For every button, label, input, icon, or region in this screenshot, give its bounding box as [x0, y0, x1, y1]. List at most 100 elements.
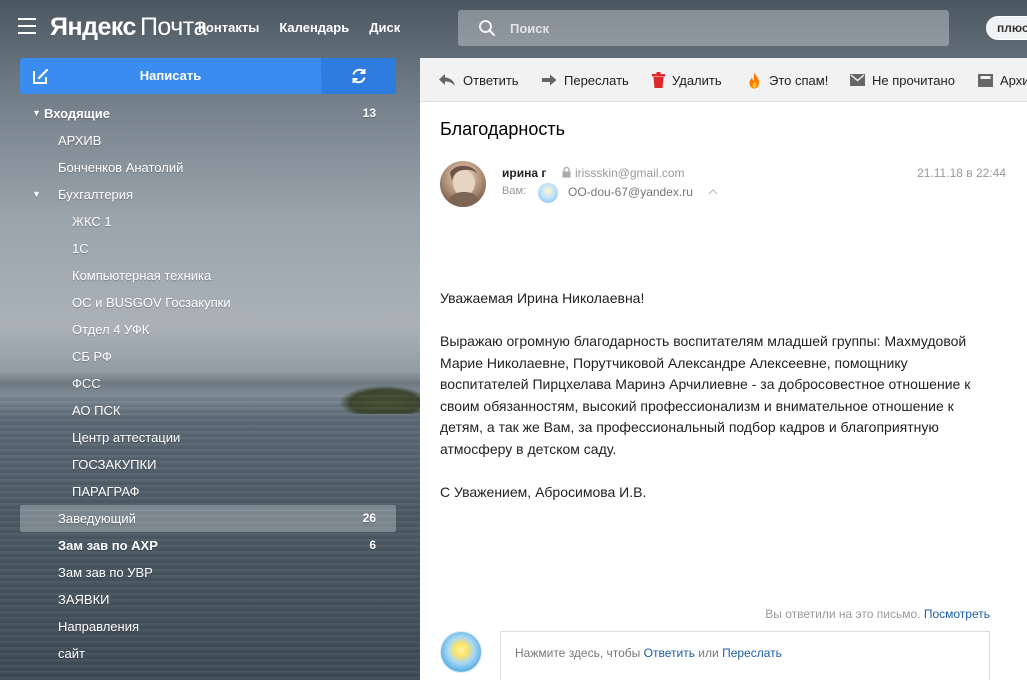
- chevron-up-icon[interactable]: [708, 189, 718, 195]
- folder-name: Заведующий: [58, 511, 136, 526]
- trash-icon: [652, 72, 665, 88]
- message-panel: Ответить Переслать Удалить Это спам! Не …: [420, 58, 1027, 680]
- spam-label: Это спам!: [769, 72, 829, 88]
- folder-item[interactable]: ОС и BUSGOV Госзакупки: [20, 289, 396, 316]
- folder-name: ЖКС 1: [72, 214, 112, 229]
- folder-item[interactable]: Центр аттестации: [20, 424, 396, 451]
- folder-name: Центр аттестации: [72, 430, 181, 445]
- view-reply-link[interactable]: Посмотреть: [924, 607, 990, 621]
- forward-icon: [542, 74, 557, 86]
- search-input[interactable]: [510, 18, 930, 38]
- folder-name: Зам зав по УВР: [58, 565, 153, 580]
- expand-triangle-icon[interactable]: ▼: [32, 181, 41, 208]
- message-toolbar: Ответить Переслать Удалить Это спам! Не …: [420, 58, 1027, 102]
- folder-name: ГОСЗАКУПКИ: [72, 457, 157, 472]
- folder-name: сайт: [58, 646, 85, 661]
- menu-icon[interactable]: [18, 18, 36, 34]
- folder-name: Бонченков Анатолий: [58, 160, 184, 175]
- logo-brand: Яндекс: [50, 13, 136, 41]
- delete-button[interactable]: Удалить: [652, 71, 722, 89]
- reply-icon: [439, 74, 455, 86]
- folder-unread-count: 6: [369, 538, 376, 552]
- sender-name[interactable]: ирина г: [502, 166, 546, 180]
- spam-button[interactable]: Это спам!: [747, 71, 828, 89]
- message-subject: Благодарность: [440, 119, 566, 139]
- folder-item[interactable]: ▼ Бухгалтерия: [20, 181, 396, 208]
- folder-name: Входящие: [44, 106, 110, 121]
- unread-label: Не прочитано: [872, 72, 955, 88]
- folder-name: Отдел 4 УФК: [72, 322, 150, 337]
- folder-name: ЗАЯВКИ: [58, 592, 110, 607]
- folder-item[interactable]: АРХИВ: [20, 127, 396, 154]
- forward-button[interactable]: Переслать: [541, 71, 629, 89]
- fire-icon: [749, 72, 759, 88]
- archive-icon: [978, 73, 993, 87]
- quick-forward-link[interactable]: Переслать: [722, 646, 782, 660]
- my-avatar: [440, 631, 482, 673]
- refresh-button[interactable]: [322, 58, 396, 94]
- nav-calendar-link[interactable]: Календарь: [279, 20, 349, 35]
- sender-email[interactable]: irissskin@gmail.com: [575, 166, 685, 180]
- recipient-avatar: [538, 183, 558, 203]
- message-greeting: Уважаемая Ирина Николаевна!: [440, 290, 645, 306]
- folder-item[interactable]: ГОСЗАКУПКИ: [20, 451, 396, 478]
- nav-disk-link[interactable]: Диск: [369, 20, 400, 35]
- search-icon[interactable]: [478, 19, 496, 37]
- replied-notice: Вы ответили на это письмо. Посмотреть: [765, 607, 990, 621]
- recipient-email[interactable]: OO-dou-67@yandex.ru: [568, 185, 693, 199]
- folder-name: Бухгалтерия: [58, 187, 134, 202]
- folder-item[interactable]: Отдел 4 УФК: [20, 316, 396, 343]
- message-date: 21.11.18 в 22:44: [917, 166, 1006, 180]
- logo[interactable]: Яндекс Почта: [50, 13, 207, 42]
- message-body: Уважаемая Ирина Николаевна! Выражаю огро…: [440, 288, 1000, 525]
- top-nav: Контакты Календарь Диск: [198, 20, 420, 35]
- mark-unread-button[interactable]: Не прочитано: [850, 71, 955, 89]
- reply-button[interactable]: Ответить: [438, 71, 519, 89]
- folder-name: АО ПСК: [72, 403, 121, 418]
- folder-item[interactable]: Зам зав по УВР: [20, 559, 396, 586]
- folder-item[interactable]: Компьютерная техника: [20, 262, 396, 289]
- sender-avatar-image: [446, 165, 482, 207]
- folder-item[interactable]: Направления: [20, 613, 396, 640]
- delete-label: Удалить: [672, 72, 722, 88]
- message-paragraph: Выражаю огромную благодарность воспитате…: [440, 333, 971, 457]
- folder-unread-count: 26: [362, 511, 376, 525]
- quick-reply-prefix: Нажмите здесь, чтобы: [515, 646, 641, 660]
- envelope-icon: [850, 74, 865, 86]
- folder-item[interactable]: сайт: [20, 640, 396, 667]
- folder-unread-count: 13: [362, 106, 376, 120]
- folder-item[interactable]: ЗАЯВКИ: [20, 586, 396, 613]
- logo-service: Почта: [139, 13, 207, 41]
- nav-contacts-link[interactable]: Контакты: [198, 20, 259, 35]
- folder-item[interactable]: ФСС: [20, 370, 396, 397]
- archive-label: Архив: [1000, 72, 1027, 88]
- folder-item[interactable]: 1С: [20, 235, 396, 262]
- folder-list: ▼ Входящие 13 АРХИВ Бонченков Анатолий ▼ Бухга…: [20, 100, 396, 667]
- folder-name: ОС и BUSGOV Госзакупки: [72, 295, 231, 310]
- folder-name: ФСС: [72, 376, 101, 391]
- sender-avatar[interactable]: [440, 161, 486, 207]
- folder-name: Компьютерная техника: [72, 268, 212, 283]
- folder-item[interactable]: СБ РФ: [20, 343, 396, 370]
- folder-item[interactable]: Заведующий 26: [20, 505, 396, 532]
- top-header: ЯндексПочта Контакты Календарь Диск плюс: [0, 0, 1027, 56]
- quick-reply-or: или: [698, 646, 719, 660]
- folder-item[interactable]: АО ПСК: [20, 397, 396, 424]
- folder-item[interactable]: ЖКС 1: [20, 208, 396, 235]
- recipient-label: Вам:: [502, 185, 527, 197]
- compose-button[interactable]: Написать: [20, 58, 321, 94]
- plus-button[interactable]: плюс: [986, 16, 1027, 40]
- message-signature: С Уважением, Абросимова И.В.: [440, 483, 647, 500]
- quick-reply-link[interactable]: Ответить: [644, 646, 695, 660]
- folder-name: АРХИВ: [58, 133, 102, 148]
- refresh-icon: [352, 68, 366, 84]
- quick-reply-box[interactable]: Нажмите здесь, чтобы Ответить или Пересл…: [500, 631, 990, 680]
- folder-item[interactable]: Зам зав по АХР 6: [20, 532, 396, 559]
- folder-name: Направления: [58, 619, 140, 634]
- folder-item[interactable]: Бонченков Анатолий: [20, 154, 396, 181]
- expand-triangle-icon[interactable]: ▼: [32, 100, 41, 127]
- folder-item[interactable]: ПАРАГРАФ: [20, 478, 396, 505]
- folder-name: 1С: [72, 241, 89, 256]
- archive-button[interactable]: Архив: [978, 71, 1027, 89]
- folder-item[interactable]: ▼ Входящие 13: [20, 100, 396, 127]
